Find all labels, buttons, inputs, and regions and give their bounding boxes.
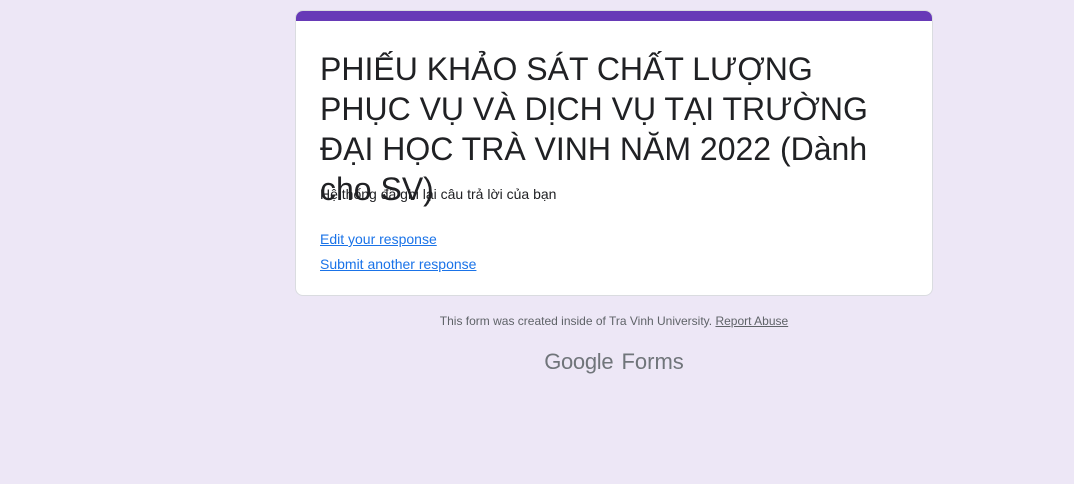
card-accent-bar bbox=[296, 11, 932, 21]
submit-another-response-link[interactable]: Submit another response bbox=[320, 254, 476, 274]
footer-created-text: This form was created inside of Tra Vinh… bbox=[439, 314, 713, 328]
google-forms-logo[interactable]: Google Forms bbox=[295, 348, 933, 376]
report-abuse-link[interactable]: Report Abuse bbox=[715, 314, 788, 328]
response-card: PHIẾU KHẢO SÁT CHẤT LƯỢNG PHỤC VỤ VÀ DỊC… bbox=[295, 10, 933, 296]
footer-notice: This form was created inside of Tra Vinh… bbox=[295, 312, 933, 330]
confirmation-message: Hệ thống đã ghi lại câu trả lời của bạn bbox=[320, 186, 557, 202]
google-wordmark: Google bbox=[544, 349, 614, 374]
edit-response-link[interactable]: Edit your response bbox=[320, 229, 437, 249]
forms-wordmark: Forms bbox=[621, 349, 684, 374]
